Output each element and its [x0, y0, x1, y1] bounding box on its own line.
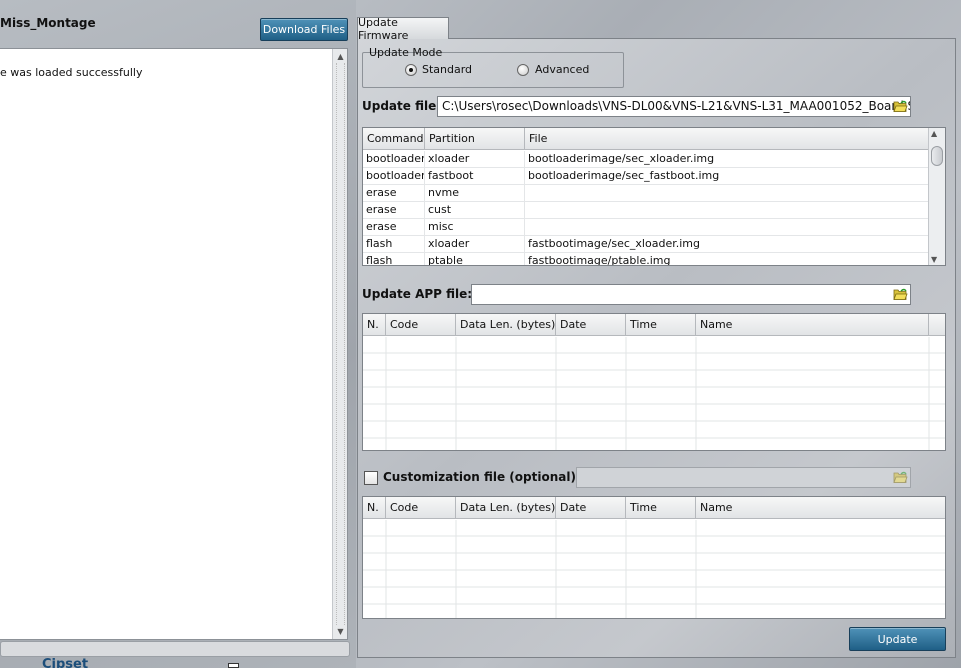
column-header-code[interactable]: Code [386, 314, 456, 336]
cell-file: fastbootimage/sec_xloader.img [525, 236, 929, 253]
column-header-code[interactable]: Code [386, 497, 456, 519]
firmware-command-table[interactable]: Command Partition File bootloader xloade… [362, 127, 946, 266]
table-row[interactable]: flash ptable fastbootimage/ptable.img [363, 253, 945, 265]
scroll-thumb[interactable] [931, 146, 943, 166]
cell-command: bootloader [363, 151, 425, 168]
folder-open-icon[interactable] [893, 288, 908, 301]
table-row[interactable]: erase nvme [363, 185, 945, 202]
column-header-name[interactable]: Name [696, 497, 945, 519]
folder-open-icon[interactable] [893, 471, 908, 484]
cell-command: flash [363, 236, 425, 253]
customization-file-input[interactable] [576, 467, 911, 488]
firmware-table-scrollbar[interactable]: ▲ ▼ [928, 128, 945, 265]
chipset-label-fragment: Cipset [42, 657, 89, 668]
cell-command: bootloader [363, 168, 425, 185]
scroll-track[interactable] [336, 63, 345, 625]
left-horizontal-scrollbar[interactable] [0, 641, 350, 657]
column-header-n[interactable]: N. [363, 497, 386, 519]
cell-partition: misc [425, 219, 525, 236]
cell-partition: xloader [425, 151, 525, 168]
advanced-radio-label[interactable]: Advanced [535, 63, 589, 76]
cell-partition: ptable [425, 253, 525, 265]
cell-partition: xloader [425, 236, 525, 253]
cell-file: bootloaderimage/sec_xloader.img [525, 151, 929, 168]
update-app-file-input[interactable] [471, 284, 911, 305]
table-row[interactable]: bootloader fastboot bootloaderimage/sec_… [363, 168, 945, 185]
column-header-data-len[interactable]: Data Len. (bytes) [456, 314, 556, 336]
column-header-data-len[interactable]: Data Len. (bytes) [456, 497, 556, 519]
column-header-date[interactable]: Date [556, 314, 626, 336]
scroll-up-arrow-icon[interactable]: ▲ [931, 129, 937, 138]
log-output-box[interactable]: e was loaded successfully ▲ ▼ [0, 48, 348, 640]
update-file-label: Update file: [362, 99, 442, 113]
cell-file: fastbootimage/ptable.img [525, 253, 929, 265]
app-file-table[interactable]: N. Code Data Len. (bytes) Date Time Name [362, 313, 946, 451]
column-header-partition[interactable]: Partition [425, 128, 525, 150]
cell-file [525, 202, 929, 219]
custom-table-header: N. Code Data Len. (bytes) Date Time Name [363, 497, 945, 519]
download-files-button[interactable]: Download Files [260, 18, 348, 41]
update-file-input[interactable]: C:\Users\rosec\Downloads\VNS-DL00&VNS-L2… [437, 96, 911, 117]
update-button[interactable]: Update [849, 627, 946, 651]
cell-command: flash [363, 253, 425, 265]
table-row[interactable]: flash xloader fastbootimage/sec_xloader.… [363, 236, 945, 253]
tab-update-firmware[interactable]: Update Firmware [357, 16, 449, 42]
column-header-file[interactable]: File [525, 128, 929, 150]
table-row[interactable]: erase misc [363, 219, 945, 236]
log-scrollbar[interactable]: ▲ ▼ [332, 49, 347, 639]
cell-file: bootloaderimage/sec_fastboot.img [525, 168, 929, 185]
column-header-time[interactable]: Time [626, 497, 696, 519]
column-header-date[interactable]: Date [556, 497, 626, 519]
log-message: e was loaded successfully [0, 66, 143, 79]
cell-file [525, 219, 929, 236]
column-header-n[interactable]: N. [363, 314, 386, 336]
column-header-time[interactable]: Time [626, 314, 696, 336]
scroll-down-arrow-icon[interactable]: ▼ [334, 625, 347, 638]
custom-table-empty-rows [363, 520, 945, 618]
scroll-up-arrow-icon[interactable]: ▲ [334, 50, 347, 63]
user-label: Miss_Montage [0, 16, 96, 30]
cell-partition: cust [425, 202, 525, 219]
table-row[interactable]: bootloader xloader bootloaderimage/sec_x… [363, 151, 945, 168]
update-mode-title: Update Mode [369, 46, 443, 59]
cell-command: erase [363, 219, 425, 236]
firmware-table-header: Command Partition File [363, 128, 945, 150]
folder-open-icon[interactable] [893, 100, 908, 113]
standard-radio-label[interactable]: Standard [422, 63, 472, 76]
cell-partition: nvme [425, 185, 525, 202]
table-row[interactable]: erase cust [363, 202, 945, 219]
small-checkbox-fragment[interactable] [228, 663, 239, 668]
scroll-down-arrow-icon[interactable]: ▼ [931, 255, 937, 264]
column-header-command[interactable]: Command [363, 128, 425, 150]
update-app-file-label: Update APP file: [362, 287, 473, 301]
customization-file-label: Customization file (optional): [383, 470, 581, 484]
app-table-header: N. Code Data Len. (bytes) Date Time Name [363, 314, 945, 336]
customization-file-table[interactable]: N. Code Data Len. (bytes) Date Time Name [362, 496, 946, 619]
cell-command: erase [363, 185, 425, 202]
customization-checkbox[interactable] [364, 471, 378, 485]
advanced-radio[interactable] [517, 64, 529, 76]
update-file-value: C:\Users\rosec\Downloads\VNS-DL00&VNS-L2… [442, 99, 911, 113]
cell-command: erase [363, 202, 425, 219]
app-table-empty-rows [363, 337, 945, 450]
standard-radio[interactable] [405, 64, 417, 76]
cell-file [525, 185, 929, 202]
column-header-name[interactable]: Name [696, 314, 929, 336]
cell-partition: fastboot [425, 168, 525, 185]
